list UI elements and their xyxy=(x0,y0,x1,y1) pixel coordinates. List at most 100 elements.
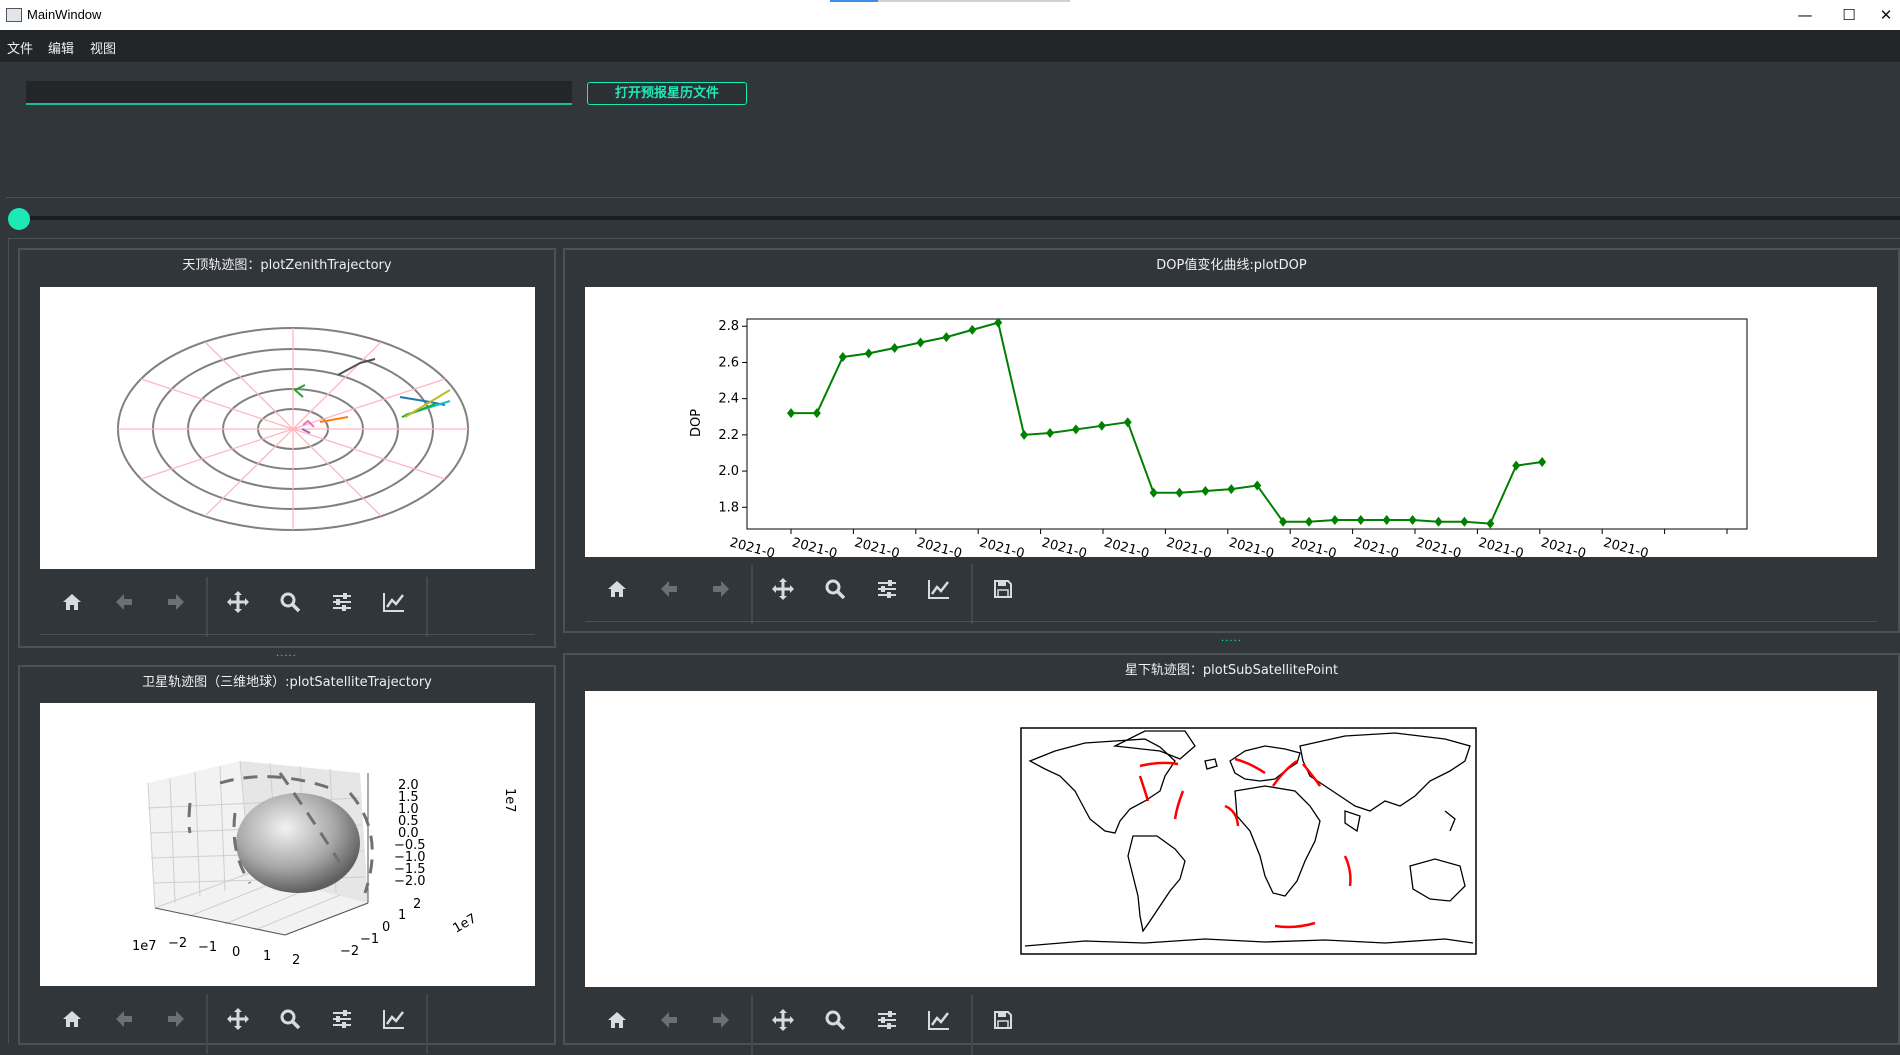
app-window-icon xyxy=(6,8,22,22)
satellite-panel-title: 卫星轨迹图（三维地球）:plotSatelliteTrajectory xyxy=(142,675,432,690)
satellite-plot-toolbar xyxy=(40,994,535,1054)
home-icon[interactable] xyxy=(597,569,637,609)
time-slider-track[interactable] xyxy=(18,216,1900,220)
dop-xtick-label: 2021-0 xyxy=(1102,535,1150,557)
menu-edit[interactable]: 编辑 xyxy=(48,38,74,57)
zoom-magnifier-icon[interactable] xyxy=(270,999,310,1039)
configure-subplots-icon[interactable] xyxy=(867,569,907,609)
svg-text:1e7: 1e7 xyxy=(451,911,480,936)
dop-plot-toolbar xyxy=(585,564,1877,624)
dop-xtick-label: 2021-0 xyxy=(790,535,838,557)
toolbar-separator xyxy=(206,577,208,637)
satellite-trajectory-panel: 卫星轨迹图（三维地球）:plotSatelliteTrajectory 2.0 … xyxy=(18,665,556,1054)
back-arrow-icon[interactable] xyxy=(649,569,689,609)
time-slider-handle[interactable] xyxy=(8,208,30,230)
edit-axis-icon[interactable] xyxy=(919,569,959,609)
subsatellite-map xyxy=(1020,727,1477,955)
menu-file[interactable]: 文件 xyxy=(7,38,33,57)
close-button[interactable]: ✕ xyxy=(1872,0,1900,30)
subsatellite-panel-title: 星下轨迹图：plotSubSatellitePoint xyxy=(1124,663,1339,678)
dop-plot-canvas[interactable]: DOP 1.8 2.0 2.2 2.4 2.6 2.8 2021-0 2021-0 2021-… xyxy=(585,287,1877,557)
pan-move-icon[interactable] xyxy=(763,1000,803,1040)
save-floppy-icon[interactable] xyxy=(983,1000,1023,1040)
map-frame xyxy=(1020,727,1477,955)
dop-xtick-label: 2021-0 xyxy=(1290,535,1338,557)
minimize-button[interactable]: — xyxy=(1782,0,1828,30)
zoom-magnifier-icon[interactable] xyxy=(270,582,310,622)
maximize-button[interactable]: ☐ xyxy=(1826,0,1872,30)
back-arrow-icon[interactable] xyxy=(104,999,144,1039)
forward-arrow-icon[interactable] xyxy=(701,569,741,609)
dop-xtick-label: 2021-0 xyxy=(1539,535,1587,557)
pan-move-icon[interactable] xyxy=(218,999,258,1039)
svg-text:−1: −1 xyxy=(198,940,217,955)
toolbar-separator xyxy=(971,564,973,624)
svg-text:0: 0 xyxy=(232,945,240,960)
back-arrow-icon[interactable] xyxy=(104,582,144,622)
dop-ylabel: DOP xyxy=(689,409,704,437)
ephemeris-file-path-input[interactable] xyxy=(26,81,572,105)
toolbar-separator xyxy=(971,995,973,1055)
back-arrow-icon[interactable] xyxy=(649,1000,689,1040)
pan-move-icon[interactable] xyxy=(763,569,803,609)
separator-line xyxy=(6,197,1900,198)
dop-ytick-label: 2.6 xyxy=(718,355,739,370)
toolbar-separator xyxy=(751,564,753,624)
toolbar-separator xyxy=(751,995,753,1055)
configure-subplots-icon[interactable] xyxy=(322,582,362,622)
dop-ytick-label: 2.4 xyxy=(718,392,739,407)
dop-xtick-label: 2021-0 xyxy=(1602,535,1650,557)
zenith-trajectory-panel: 天顶轨迹图：plotZenithTrajectory xyxy=(18,248,556,648)
forward-arrow-icon[interactable] xyxy=(701,1000,741,1040)
menu-view[interactable]: 视图 xyxy=(90,38,116,57)
satellite-3d-plot-canvas[interactable]: 2.0 1.5 1.0 0.5 0.0 −0.5 −1.0 −1.5 −2.0 1e7 1e… xyxy=(40,703,535,986)
toolbar-bottom-line xyxy=(40,634,535,635)
svg-text:1e7: 1e7 xyxy=(132,939,157,954)
zenith-panel-title: 天顶轨迹图：plotZenithTrajectory xyxy=(182,258,392,273)
zoom-magnifier-icon[interactable] xyxy=(815,569,855,609)
dop-ytick-label: 2.2 xyxy=(718,428,739,443)
zoom-magnifier-icon[interactable] xyxy=(815,1000,855,1040)
subsatellite-panel: 星下轨迹图：plotSubSatellitePoint xyxy=(563,653,1900,1055)
home-icon[interactable] xyxy=(52,999,92,1039)
svg-text:1e7: 1e7 xyxy=(502,788,517,813)
home-icon[interactable] xyxy=(52,582,92,622)
forward-arrow-icon[interactable] xyxy=(156,999,196,1039)
zenith-plot-toolbar xyxy=(40,577,535,637)
subsatellite-plot-toolbar xyxy=(585,995,1877,1055)
dop-panel: DOP值变化曲线:plotDOP DOP 1.8 2.0 2.2 2.4 2.6 2.8 … xyxy=(563,248,1900,633)
home-icon[interactable] xyxy=(597,1000,637,1040)
save-floppy-icon[interactable] xyxy=(983,569,1023,609)
svg-text:−2: −2 xyxy=(168,936,187,951)
svg-text:−2.0: −2.0 xyxy=(394,874,426,889)
dop-axes-frame xyxy=(746,318,1748,530)
satellite-3d-plot: 2.01.51.0 0.50.0−0.5 −1.0−1.5−2.0 1e7 1e… xyxy=(132,760,517,968)
dop-panel-title: DOP值变化曲线:plotDOP xyxy=(1156,258,1307,273)
vertical-splitter-handle-right[interactable]: ..... xyxy=(1221,633,1242,644)
dop-xtick-label: 2021-0 xyxy=(1477,535,1525,557)
edit-axis-icon[interactable] xyxy=(919,1000,959,1040)
dop-xtick-label: 2021-0 xyxy=(978,535,1026,557)
toolbar-separator xyxy=(206,994,208,1054)
svg-text:−2: −2 xyxy=(340,944,359,959)
toolbar-bottom-line xyxy=(585,621,1877,622)
dop-ytick-label: 1.8 xyxy=(718,500,739,515)
edit-axis-icon[interactable] xyxy=(374,999,414,1039)
open-ephemeris-file-button[interactable]: 打开预报星历文件 xyxy=(587,82,747,105)
configure-subplots-icon[interactable] xyxy=(322,999,362,1039)
pan-move-icon[interactable] xyxy=(218,582,258,622)
svg-text:1: 1 xyxy=(398,908,406,923)
forward-arrow-icon[interactable] xyxy=(156,582,196,622)
subsatellite-plot-canvas[interactable] xyxy=(585,691,1877,987)
edit-axis-icon[interactable] xyxy=(374,582,414,622)
dop-ytick-label: 2.8 xyxy=(718,319,739,334)
dop-xtick-label: 2021-0 xyxy=(1165,535,1213,557)
dop-xtick-label: 2021-0 xyxy=(1227,535,1275,557)
toolbar-separator xyxy=(426,577,428,637)
svg-text:1: 1 xyxy=(263,949,271,964)
zenith-plot-canvas[interactable] xyxy=(40,287,535,569)
svg-text:2: 2 xyxy=(292,953,300,968)
vertical-splitter-handle-left[interactable]: ..... xyxy=(276,648,297,659)
menu-bar: 文件 编辑 视图 xyxy=(0,30,1900,62)
configure-subplots-icon[interactable] xyxy=(867,1000,907,1040)
